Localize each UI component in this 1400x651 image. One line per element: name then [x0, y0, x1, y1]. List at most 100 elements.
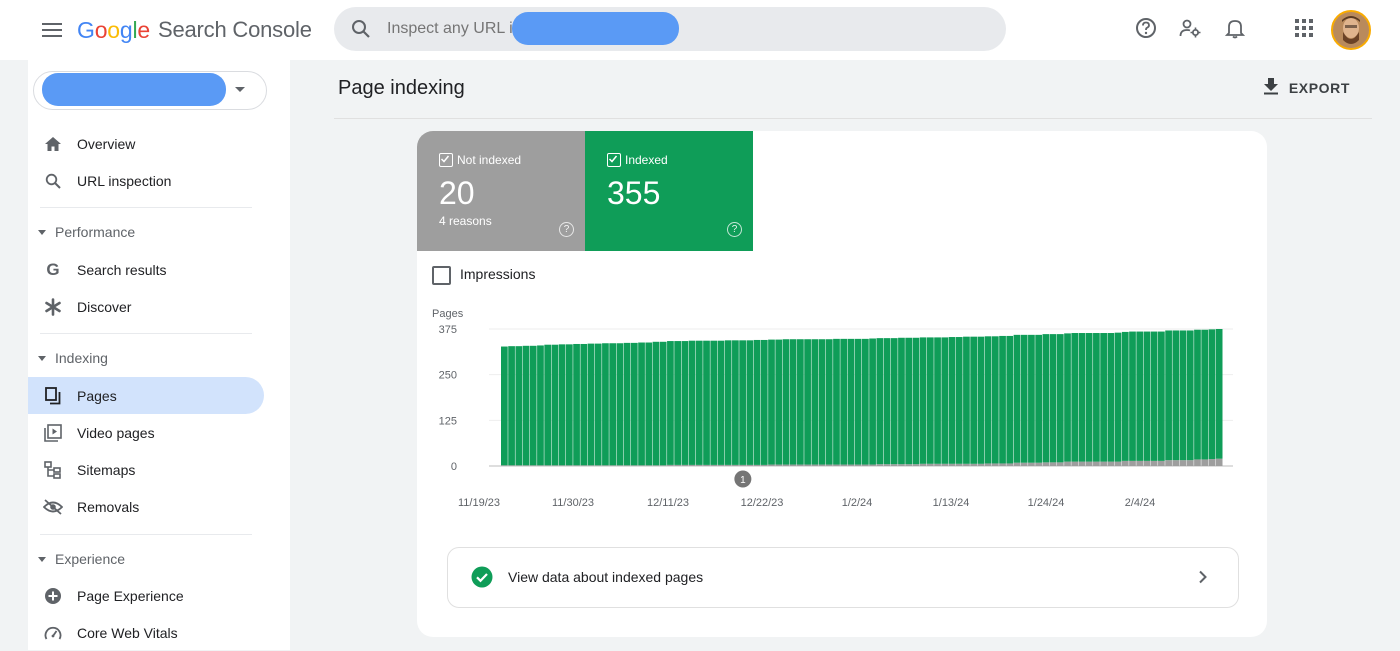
bar-not-indexed [522, 465, 530, 466]
bar-not-indexed [1143, 460, 1151, 466]
url-inspection-input[interactable] [387, 7, 527, 51]
help-icon[interactable] [1134, 16, 1158, 40]
home-icon [42, 133, 64, 155]
section-indexing[interactable]: Indexing [28, 343, 264, 373]
menu-icon[interactable] [40, 18, 64, 42]
x-tick-label: 11/19/23 [458, 497, 500, 509]
tile-value: 355 [607, 175, 661, 211]
bar-not-indexed [594, 465, 602, 466]
bar-not-indexed [551, 465, 559, 466]
chevron-down-icon [235, 87, 245, 92]
bar-indexed [551, 344, 559, 466]
bar-indexed [695, 340, 703, 465]
bar-indexed [587, 343, 595, 466]
sidebar-item-removals[interactable]: Removals [28, 488, 264, 525]
bar-indexed [1208, 329, 1216, 460]
bar-indexed [1201, 329, 1209, 460]
indexed-tile[interactable]: Indexed 355 ? [585, 131, 753, 251]
bar-not-indexed [623, 465, 631, 466]
checkbox-checked-icon[interactable] [607, 153, 621, 167]
bar-indexed [977, 336, 985, 464]
logo-letter: o [94, 16, 108, 43]
bar-not-indexed [739, 464, 746, 466]
bar-not-indexed [825, 464, 833, 466]
impressions-checkbox[interactable] [432, 266, 451, 285]
bar-indexed [1179, 330, 1187, 461]
export-label: EXPORT [1288, 79, 1350, 96]
bar-indexed [941, 337, 949, 464]
sidebar-item-search-results[interactable]: G Search results [28, 251, 264, 288]
bar-indexed [1172, 330, 1180, 461]
notifications-icon[interactable] [1223, 16, 1247, 40]
product-name: Search Console [158, 17, 312, 42]
bar-indexed [1064, 333, 1071, 462]
bar-indexed [1121, 331, 1129, 461]
bar-indexed [905, 337, 913, 465]
bar-not-indexed [681, 464, 689, 466]
bar-indexed [1114, 332, 1122, 462]
sidebar-item-url-inspection[interactable]: URL inspection [28, 162, 264, 199]
section-performance[interactable]: Performance [28, 217, 264, 247]
bar-not-indexed [991, 463, 999, 466]
bar-indexed [1013, 334, 1021, 463]
sidebar-item-sitemaps[interactable]: Sitemaps [28, 451, 264, 488]
bar-indexed [667, 341, 674, 465]
bar-indexed [926, 337, 934, 464]
x-tick-label: 2/4/24 [1125, 497, 1156, 509]
sidebar-item-page-experience[interactable]: Page Experience [28, 577, 264, 614]
checkbox-checked-icon[interactable] [439, 153, 453, 167]
x-tick-label: 12/11/23 [647, 497, 689, 509]
section-experience[interactable]: Experience [28, 544, 264, 574]
bar-not-indexed [1071, 461, 1079, 466]
section-label: Performance [55, 224, 136, 240]
manage-users-icon[interactable] [1178, 16, 1202, 40]
property-selector[interactable] [33, 71, 267, 110]
google-g-icon: G [46, 260, 60, 279]
x-tick-label: 1/2/24 [842, 497, 873, 509]
bar-not-indexed [948, 463, 956, 466]
sidebar-item-core-web-vitals[interactable]: Core Web Vitals [28, 614, 264, 651]
view-indexed-pages-link[interactable]: View data about indexed pages [447, 547, 1239, 608]
sidebar-item-pages[interactable]: Pages [28, 377, 264, 414]
bar-indexed [515, 346, 523, 466]
apps-icon[interactable] [1292, 16, 1316, 40]
bar-indexed [760, 339, 768, 465]
export-button[interactable]: EXPORT [1263, 77, 1350, 98]
bar-not-indexed [890, 464, 898, 466]
bar-indexed [1035, 334, 1042, 463]
bar-indexed [703, 340, 710, 465]
bar-not-indexed [862, 464, 869, 466]
search-console-logo[interactable]: Google Search Console [77, 14, 312, 46]
tile-value: 20 [439, 175, 475, 211]
bar-not-indexed [1100, 461, 1107, 466]
bar-not-indexed [638, 465, 645, 466]
bar-indexed [1194, 329, 1201, 460]
bar-indexed [825, 339, 833, 465]
bar-not-indexed [587, 465, 595, 466]
bar-not-indexed [667, 464, 674, 466]
tile-label: Not indexed [457, 153, 522, 167]
search-icon[interactable] [349, 17, 373, 41]
bar-indexed [1186, 330, 1194, 461]
account-avatar[interactable] [1331, 10, 1371, 50]
bar-indexed [580, 343, 588, 466]
page-header: Page indexing EXPORT [334, 60, 1372, 119]
bar-indexed [862, 338, 869, 465]
bar-not-indexed [1028, 462, 1035, 466]
url-inspection-search-bar[interactable] [334, 7, 1006, 51]
bar-not-indexed [999, 463, 1006, 466]
bar-indexed [883, 338, 891, 465]
sidebar-item-video-pages[interactable]: Video pages [28, 414, 264, 451]
bar-not-indexed [1165, 460, 1172, 466]
page-title: Page indexing [338, 77, 465, 99]
sidebar-item-discover[interactable]: Discover [28, 288, 264, 325]
bar-not-indexed [1186, 460, 1194, 466]
help-icon[interactable]: ? [559, 222, 574, 237]
link-label: View data about indexed pages [508, 569, 704, 585]
not-indexed-tile[interactable]: Not indexed 20 4 reasons ? [417, 131, 585, 251]
logo-letter: G [77, 16, 95, 43]
sidebar-item-overview[interactable]: Overview [28, 125, 264, 162]
bar-not-indexed [710, 464, 718, 466]
help-icon[interactable]: ? [727, 222, 742, 237]
section-label: Indexing [55, 350, 108, 366]
